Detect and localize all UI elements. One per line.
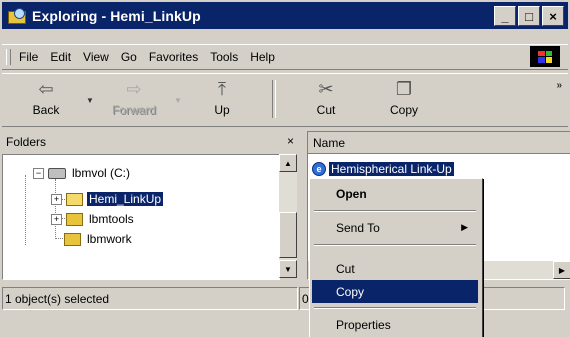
tree-item-label: Hemi_LinkUp: [87, 192, 164, 206]
maximize-button[interactable]: □: [518, 6, 540, 26]
name-column-header[interactable]: Name: [308, 132, 570, 154]
context-cut[interactable]: Cut: [312, 257, 478, 280]
drive-icon: [48, 167, 66, 179]
copy-label: Copy: [389, 103, 418, 117]
list-item[interactable]: e Hemispherical Link-Up: [312, 162, 454, 176]
standard-toolbar: ⇦ Back ▼ ⇨ Forward ▼ ⤒ Up ✂ Cut ❐ Copy »: [2, 73, 568, 127]
forward-button[interactable]: ⇨ Forward: [102, 76, 166, 122]
up-label: Up: [214, 103, 230, 117]
title-bar[interactable]: Exploring - Hemi_LinkUp _ □ ×: [2, 2, 568, 29]
forward-label: Forward: [111, 103, 156, 117]
status-size-text: 0: [302, 291, 309, 306]
name-column-label: Name: [313, 135, 346, 150]
toolbar-overflow-chevron[interactable]: »: [556, 80, 562, 91]
folder-tree[interactable]: − lbmvol (C:) + Hemi_LinkUp + lbmtools l…: [2, 154, 280, 280]
collapse-icon[interactable]: −: [33, 167, 44, 179]
status-selection: 1 object(s) selected: [2, 287, 298, 310]
copy-icon: ❐: [395, 78, 413, 99]
context-separator: [314, 307, 476, 309]
submenu-arrow-icon: ▶: [461, 222, 468, 232]
forward-arrow-icon: ⇨: [126, 78, 142, 99]
menu-go[interactable]: Go: [121, 50, 137, 64]
context-copy-label: Copy: [336, 284, 365, 299]
forward-dropdown-icon[interactable]: ▼: [174, 96, 182, 105]
back-button[interactable]: ⇦ Back: [14, 76, 78, 122]
scissors-icon: ✂: [318, 78, 334, 99]
context-open[interactable]: Open: [312, 182, 478, 205]
explorer-window: Exploring - Hemi_LinkUp _ □ × File Edit …: [0, 0, 570, 337]
copy-button[interactable]: ❐ Copy: [372, 76, 436, 122]
exploring-folder-icon: [8, 7, 26, 24]
context-properties-label: Properties: [336, 317, 391, 332]
list-item-label: Hemispherical Link-Up: [329, 162, 454, 176]
folders-title: Folders: [6, 135, 47, 149]
context-copy[interactable]: Copy: [312, 280, 478, 303]
menu-bar: File Edit View Go Favorites Tools Help: [2, 44, 568, 70]
context-cut-label: Cut: [336, 261, 355, 276]
context-send-to-label: Send To: [336, 220, 380, 235]
tree-item-label: lbmtools: [89, 212, 134, 226]
status-bar: 1 object(s) selected 0: [2, 285, 568, 311]
menu-view[interactable]: View: [83, 50, 109, 64]
cut-label: Cut: [316, 103, 336, 117]
folders-pane-header: Folders ×: [2, 131, 298, 153]
tree-item-hemi-linkup[interactable]: + Hemi_LinkUp: [51, 190, 164, 208]
back-dropdown-icon[interactable]: ▼: [86, 96, 94, 105]
folder-icon: [64, 232, 81, 246]
menu-grip[interactable]: [6, 49, 11, 65]
folder-icon: [66, 212, 83, 226]
back-arrow-icon: ⇦: [38, 78, 54, 99]
minimize-button[interactable]: _: [494, 6, 516, 26]
tree-item-label: lbmvol (C:): [72, 166, 131, 180]
scroll-thumb[interactable]: [279, 212, 297, 258]
cut-button[interactable]: ✂ Cut: [294, 76, 358, 122]
scroll-down-icon[interactable]: ▼: [279, 260, 297, 278]
windows-logo-icon: [530, 46, 560, 67]
folder-open-icon: [66, 192, 83, 206]
menu-tools[interactable]: Tools: [210, 50, 238, 64]
status-selection-text: 1 object(s) selected: [5, 291, 110, 306]
context-properties[interactable]: Properties: [312, 313, 478, 336]
scroll-up-icon[interactable]: ▲: [279, 154, 297, 172]
menu-help[interactable]: Help: [250, 50, 275, 64]
menu-favorites[interactable]: Favorites: [149, 50, 198, 64]
context-menu: Open Send To ▶ Cut Copy Properties: [309, 178, 483, 337]
close-button[interactable]: ×: [542, 6, 564, 26]
context-send-to[interactable]: Send To ▶: [312, 216, 478, 239]
toolbar-separator: [272, 80, 276, 118]
context-separator: [314, 210, 476, 212]
up-folder-icon: ⤒: [218, 78, 226, 99]
close-pane-icon[interactable]: ×: [287, 134, 294, 148]
tree-item-label: lbmwork: [87, 232, 132, 246]
internet-shortcut-icon: e: [312, 162, 326, 176]
tree-item-drive[interactable]: − lbmvol (C:): [33, 164, 132, 182]
expand-icon[interactable]: +: [51, 193, 62, 205]
expand-icon[interactable]: +: [51, 213, 62, 225]
menu-file[interactable]: File: [19, 50, 38, 64]
tree-item-lbmtools[interactable]: + lbmtools: [51, 210, 136, 228]
context-separator: [314, 244, 476, 246]
menu-edit[interactable]: Edit: [50, 50, 71, 64]
scroll-right-icon[interactable]: ▶: [553, 261, 570, 279]
up-button[interactable]: ⤒ Up: [190, 76, 254, 122]
context-open-label: Open: [336, 186, 367, 201]
back-label: Back: [32, 103, 60, 117]
tree-item-lbmwork[interactable]: lbmwork: [64, 230, 134, 248]
window-title: Exploring - Hemi_LinkUp: [32, 7, 201, 24]
folder-tree-scrollbar[interactable]: ▲ ▼: [279, 154, 297, 278]
